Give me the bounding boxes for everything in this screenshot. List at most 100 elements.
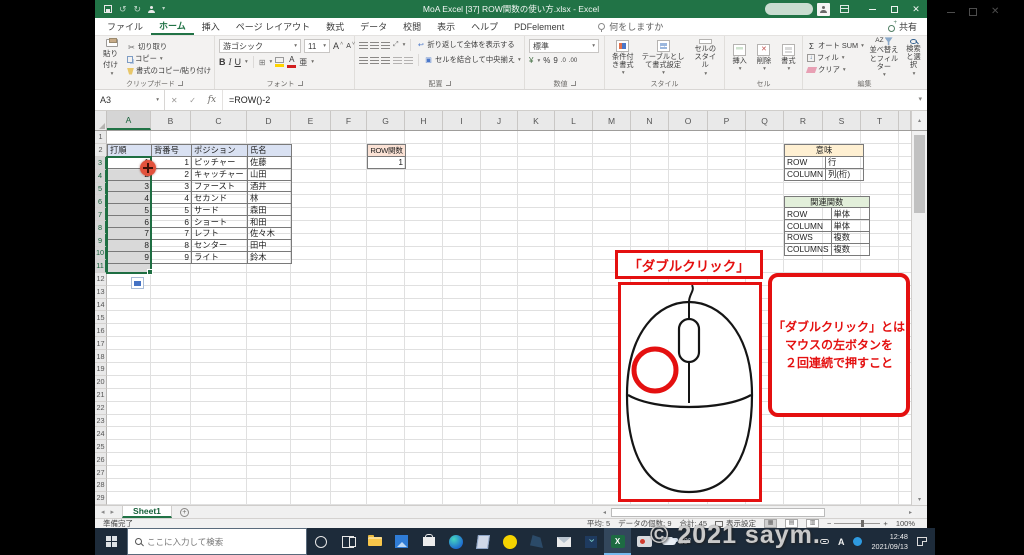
restore-button[interactable]: [883, 0, 905, 18]
grid-cell[interactable]: [443, 479, 481, 492]
tab-ページ レイアウト[interactable]: ページ レイアウト: [228, 18, 318, 35]
grid-cell[interactable]: [555, 247, 593, 260]
save-icon[interactable]: [104, 5, 112, 13]
grid-cell[interactable]: [784, 479, 823, 492]
grid-cell[interactable]: [443, 156, 481, 170]
ribbon-display-options-icon[interactable]: [840, 5, 849, 13]
grid-cell[interactable]: [481, 156, 518, 170]
grid-cell[interactable]: [518, 350, 555, 364]
grid-cell[interactable]: [518, 375, 555, 389]
avatar[interactable]: [817, 2, 830, 16]
row-header-20[interactable]: 20: [95, 375, 107, 389]
grid-cell[interactable]: [331, 466, 367, 480]
row-header-14[interactable]: 14: [95, 298, 107, 312]
ruby-icon[interactable]: 亜: [299, 57, 307, 68]
grid-cell[interactable]: [151, 414, 191, 428]
grid-cell[interactable]: [331, 208, 367, 222]
grid-cell[interactable]: [481, 259, 518, 273]
grid-cell[interactable]: [555, 466, 593, 480]
grid-cell[interactable]: [443, 375, 481, 389]
grid-cell[interactable]: [191, 272, 247, 286]
percent-icon[interactable]: %: [543, 56, 550, 65]
grid-cell[interactable]: [555, 208, 593, 222]
grid-cell[interactable]: [746, 195, 784, 209]
grid-cell[interactable]: [367, 169, 405, 183]
grid-cell[interactable]: [247, 285, 291, 299]
grid-cell[interactable]: [331, 375, 367, 389]
taskbar-store-arrow-icon[interactable]: [577, 528, 604, 555]
grid-cell[interactable]: [861, 466, 899, 480]
undo-icon[interactable]: ↺: [119, 4, 127, 14]
cell[interactable]: 9: [107, 250, 152, 264]
grid-cell[interactable]: [518, 259, 555, 273]
grid-cell[interactable]: [518, 440, 555, 454]
grid-cell[interactable]: [191, 131, 247, 144]
grid-cell[interactable]: [191, 298, 247, 312]
grid-cell[interactable]: [331, 169, 367, 183]
cell[interactable]: 意味: [784, 143, 864, 157]
grid-cell[interactable]: [669, 143, 708, 157]
grid-cell[interactable]: [331, 363, 367, 376]
grid-cell[interactable]: [443, 143, 481, 157]
grid-cell[interactable]: [593, 182, 631, 196]
grid-cell[interactable]: [518, 427, 555, 441]
grid-cell[interactable]: [247, 324, 291, 338]
decrease-decimal-icon[interactable]: .00: [569, 58, 577, 64]
column-header-B[interactable]: B: [151, 111, 191, 130]
grid-cell[interactable]: [443, 401, 481, 415]
find-select-button[interactable]: 検索と選択 ▾: [904, 39, 923, 77]
grid-cell[interactable]: [784, 182, 823, 196]
indent-icons[interactable]: [393, 56, 413, 64]
cancel-icon[interactable]: ✕: [171, 96, 178, 105]
column-header-P[interactable]: P: [708, 111, 746, 130]
grid-cell[interactable]: [518, 221, 555, 235]
number-format-select[interactable]: 標準 ▾: [529, 39, 599, 53]
cell[interactable]: 7: [107, 227, 152, 241]
grid-cell[interactable]: [784, 259, 823, 273]
grid-cell[interactable]: [555, 272, 593, 286]
row-header-3[interactable]: 3: [95, 156, 107, 170]
qat-customize-icon[interactable]: ▾: [162, 6, 165, 12]
grid-cell[interactable]: [291, 221, 331, 235]
grid-cell[interactable]: [405, 131, 443, 144]
grid-cell[interactable]: [555, 156, 593, 170]
grid-cell[interactable]: [861, 259, 899, 273]
grid-cell[interactable]: [291, 440, 331, 454]
grid-cell[interactable]: [291, 272, 331, 286]
row-header-1[interactable]: 1: [95, 131, 107, 144]
cell[interactable]: センター: [191, 239, 248, 252]
grid-cell[interactable]: [555, 221, 593, 235]
grid-cell[interactable]: [247, 479, 291, 492]
row-header-25[interactable]: 25: [95, 440, 107, 454]
grid-cell[interactable]: [481, 388, 518, 402]
grid-cell[interactable]: [555, 401, 593, 415]
grid-cell[interactable]: [151, 337, 191, 351]
grid-cell[interactable]: [518, 311, 555, 325]
grid-cell[interactable]: [405, 363, 443, 376]
row-header-21[interactable]: 21: [95, 388, 107, 402]
grid-cell[interactable]: [555, 131, 593, 144]
column-header-C[interactable]: C: [191, 111, 247, 130]
vertical-scrollbar-thumb[interactable]: [914, 135, 925, 213]
grid-cell[interactable]: [331, 388, 367, 402]
row-header-2[interactable]: 2: [95, 143, 107, 157]
share-button[interactable]: 共有: [887, 20, 917, 33]
grid-cell[interactable]: [331, 259, 367, 273]
grid-cell[interactable]: [861, 440, 899, 454]
cell[interactable]: 関連関数: [784, 195, 870, 209]
grid-cell[interactable]: [861, 453, 899, 467]
grid-cell[interactable]: [555, 414, 593, 428]
cell[interactable]: キャッチャー: [191, 167, 248, 181]
grid-cell[interactable]: [331, 182, 367, 196]
grid-cell[interactable]: [367, 285, 405, 299]
dialog-launcher-icon[interactable]: [445, 81, 451, 86]
grid-cell[interactable]: [331, 195, 367, 209]
grid-cell[interactable]: [107, 324, 151, 338]
grid-cell[interactable]: [405, 169, 443, 183]
grid-cell[interactable]: [107, 285, 151, 299]
ime-indicator[interactable]: A: [838, 537, 845, 547]
grid-cell[interactable]: [331, 285, 367, 299]
grid-cell[interactable]: [669, 182, 708, 196]
grid-cell[interactable]: [631, 169, 669, 183]
grid-cell[interactable]: [191, 440, 247, 454]
